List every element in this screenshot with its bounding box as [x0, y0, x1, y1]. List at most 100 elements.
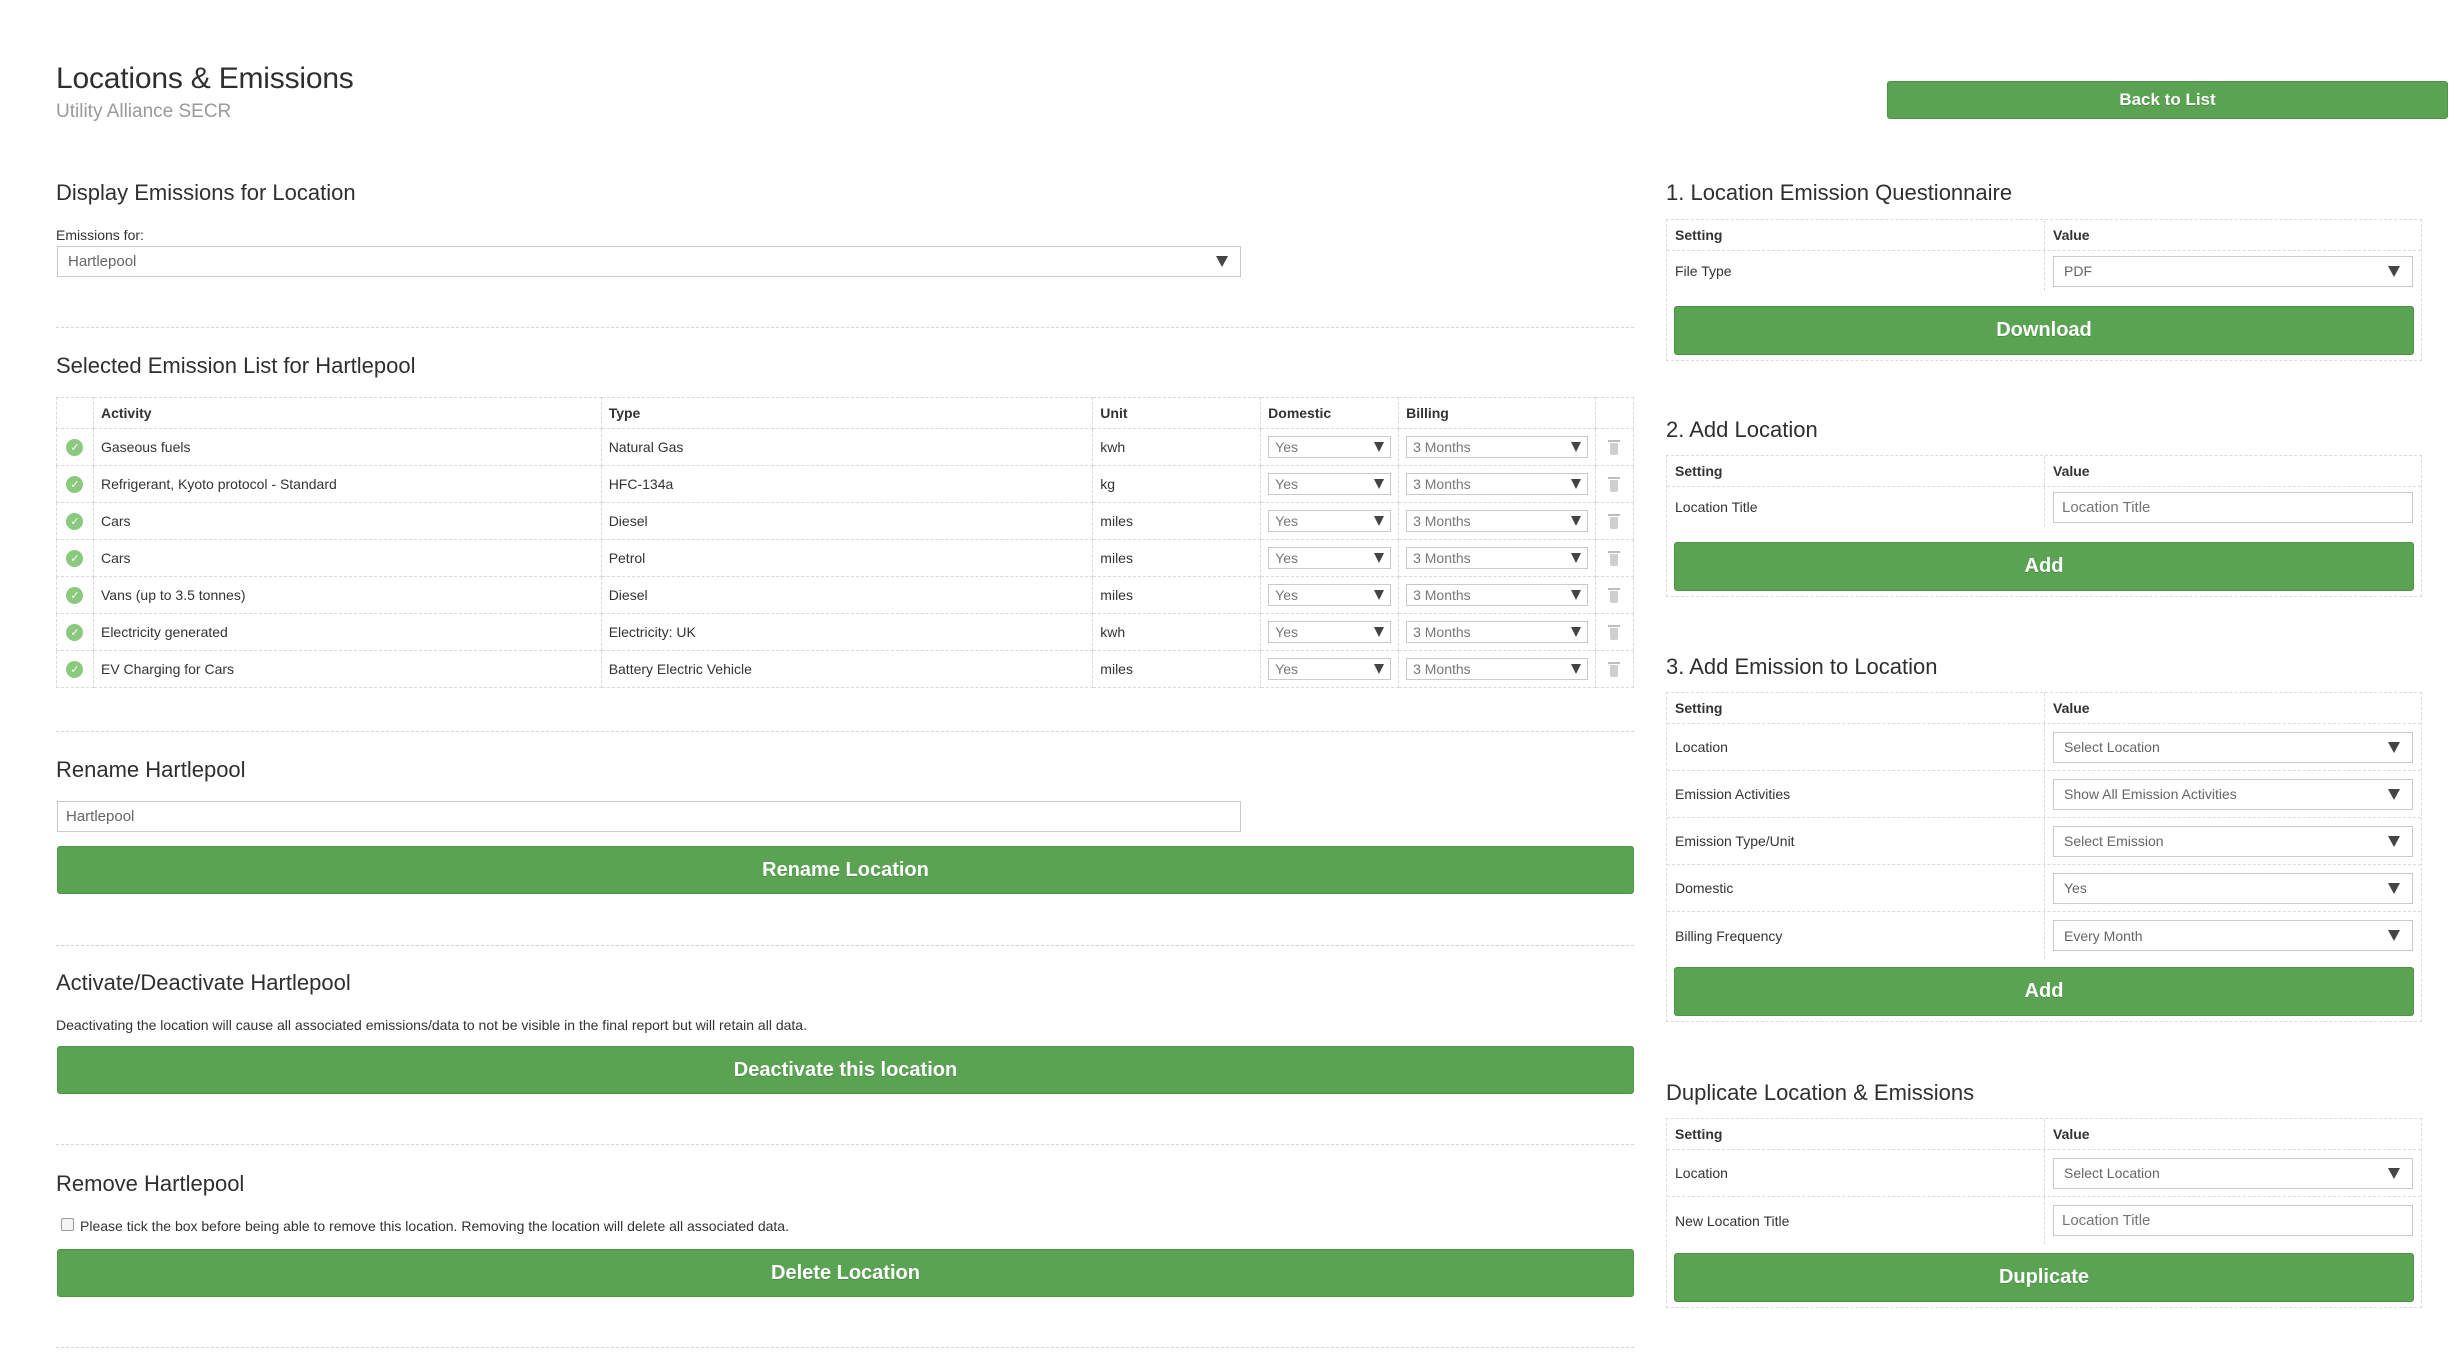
column-header-unit: Unit [1092, 397, 1262, 429]
activate-title: Activate/Deactivate Hartlepool [56, 970, 351, 995]
cell-unit: kwh [1092, 613, 1262, 651]
rename-input[interactable]: Hartlepool [57, 801, 1241, 832]
chevron-down-icon [1216, 256, 1228, 267]
location-title-input[interactable] [2053, 491, 2413, 523]
divider [56, 1347, 1634, 1348]
chevron-down-icon [2388, 265, 2400, 277]
add-emission-button[interactable]: Add [1674, 967, 2414, 1016]
table-row: ✓ Refrigerant, Kyoto protocol - Standard… [56, 465, 1635, 503]
cell-activity: Refrigerant, Kyoto protocol - Standard [92, 465, 602, 503]
panel-header-row: Setting Value [1667, 1119, 2421, 1150]
billing-value: 3 Months [1413, 661, 1471, 677]
chevron-down-icon [2388, 741, 2400, 753]
chevron-down-icon [1570, 479, 1581, 489]
domestic-value: Yes [1275, 439, 1298, 455]
rename-location-button[interactable]: Rename Location [57, 846, 1634, 894]
download-button[interactable]: Download [1674, 306, 2414, 355]
duplicate-title: Duplicate Location & Emissions [1666, 1080, 1975, 1105]
billing-select[interactable]: 3 Months [1406, 584, 1588, 606]
check-circle-icon[interactable]: ✓ [66, 438, 84, 456]
domestic-select[interactable]: Yes [1268, 473, 1392, 495]
billing-select[interactable]: 3 Months [1406, 473, 1588, 495]
domestic-select[interactable]: Yes [1268, 547, 1392, 569]
check-circle-icon[interactable]: ✓ [66, 475, 84, 493]
cell-unit: kwh [1092, 428, 1262, 466]
emission-list-title: Selected Emission List for Hartlepool [56, 353, 416, 378]
panel-row: New Location Title [1667, 1197, 2421, 1244]
duplicate-location-select[interactable]: Select Location [2053, 1157, 2413, 1189]
panel-row: Billing Frequency Every Month [1667, 912, 2421, 959]
cell-unit: kg [1092, 465, 1262, 503]
check-circle-icon[interactable]: ✓ [66, 512, 84, 530]
domestic-select[interactable]: Yes [2053, 872, 2413, 904]
billing-frequency-value: Every Month [2064, 927, 2143, 944]
domestic-select[interactable]: Yes [1268, 510, 1392, 532]
add-location-button[interactable]: Add [1674, 542, 2414, 591]
duplicate-location-value: Select Location [2064, 1165, 2160, 1181]
trash-icon[interactable] [1608, 440, 1621, 456]
billing-frequency-select[interactable]: Every Month [2053, 920, 2413, 951]
table-row: ✓ Cars Petrol miles Yes 3 Months [56, 539, 1635, 577]
trash-icon[interactable] [1608, 662, 1621, 678]
domestic-select[interactable]: Yes [1268, 658, 1392, 680]
location-select[interactable]: Select Location [2053, 731, 2413, 763]
chevron-down-icon [1374, 627, 1385, 637]
new-location-title-input[interactable] [2053, 1205, 2413, 1236]
emission-type-select[interactable]: Select Emission [2053, 825, 2413, 857]
trash-icon[interactable] [1608, 588, 1621, 604]
check-circle-icon[interactable]: ✓ [66, 586, 84, 604]
domestic-value: Yes [1275, 624, 1298, 640]
billing-select[interactable]: 3 Months [1406, 436, 1588, 458]
check-circle-icon[interactable]: ✓ [66, 623, 84, 641]
chevron-down-icon [1570, 664, 1581, 674]
panel-row: Location Select Location [1667, 1150, 2421, 1197]
billing-select[interactable]: 3 Months [1406, 510, 1588, 532]
billing-frequency-label: Billing Frequency [1667, 912, 2045, 959]
trash-icon[interactable] [1608, 514, 1621, 530]
trash-icon[interactable] [1608, 551, 1621, 567]
check-circle-icon[interactable]: ✓ [66, 660, 84, 678]
emissions-for-select[interactable]: Hartlepool [57, 246, 1241, 277]
cell-type: Diesel [600, 576, 1094, 614]
domestic-select[interactable]: Yes [1268, 436, 1392, 458]
billing-value: 3 Months [1413, 550, 1471, 566]
cell-type: Electricity: UK [600, 613, 1094, 651]
billing-value: 3 Months [1413, 476, 1471, 492]
table-row: ✓ Vans (up to 3.5 tonnes) Diesel miles Y… [56, 576, 1635, 614]
questionnaire-title: 1. Location Emission Questionnaire [1666, 180, 2013, 205]
billing-select[interactable]: 3 Months [1406, 658, 1588, 680]
domestic-select[interactable]: Yes [1268, 584, 1392, 606]
emission-table: Activity Type Unit Domestic Billing ✓ Ga… [56, 397, 1635, 688]
panel-header-row: Setting Value [1667, 220, 2421, 251]
domestic-select[interactable]: Yes [1268, 621, 1392, 643]
panel-header-row: Setting Value [1667, 456, 2421, 487]
cell-type: Battery Electric Vehicle [600, 650, 1094, 688]
cell-activity: Gaseous fuels [92, 428, 602, 466]
domestic-value: Yes [1275, 513, 1298, 529]
cell-type: Petrol [600, 539, 1094, 577]
deactivate-location-button[interactable]: Deactivate this location [57, 1046, 1634, 1094]
billing-select[interactable]: 3 Months [1406, 621, 1588, 643]
remove-title: Remove Hartlepool [56, 1171, 245, 1196]
divider [56, 945, 1634, 946]
domestic-value: Yes [1275, 587, 1298, 603]
cell-activity: Cars [92, 502, 602, 540]
duplicate-button[interactable]: Duplicate [1674, 1253, 2414, 1302]
display-emissions-title: Display Emissions for Location [56, 180, 356, 205]
billing-select[interactable]: 3 Months [1406, 547, 1588, 569]
delete-location-button[interactable]: Delete Location [57, 1249, 1634, 1297]
setting-header: Setting [1667, 220, 2045, 250]
setting-header: Setting [1667, 693, 2045, 723]
remove-note: Please tick the box before being able to… [80, 1218, 789, 1234]
file-type-select[interactable]: PDF [2053, 255, 2413, 287]
table-header-row: Activity Type Unit Domestic Billing [56, 397, 1635, 429]
emission-activities-value: Show All Emission Activities [2064, 786, 2237, 802]
emission-activities-select[interactable]: Show All Emission Activities [2053, 778, 2413, 810]
value-header: Value [2053, 227, 2090, 243]
trash-icon[interactable] [1608, 625, 1621, 641]
back-to-list-button[interactable]: Back to List [1887, 81, 2448, 119]
trash-icon[interactable] [1608, 477, 1621, 493]
confirm-remove-checkbox[interactable] [61, 1218, 74, 1231]
panel-row: Emission Type/Unit Select Emission [1667, 818, 2421, 865]
check-circle-icon[interactable]: ✓ [66, 549, 84, 567]
